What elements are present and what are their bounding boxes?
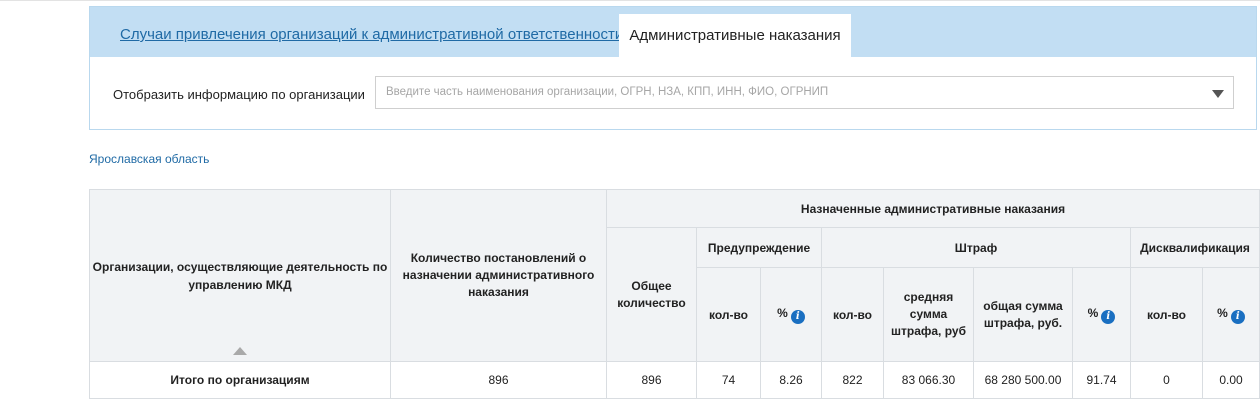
total-fine-count: 822: [821, 361, 884, 399]
total-warning-percent: 8.26: [760, 361, 822, 399]
tabs-bar: Случаи привлечения организаций к админис…: [90, 7, 1256, 57]
header-total-count: Общее количество: [606, 227, 697, 362]
header-warning-count: кол-во: [696, 267, 761, 362]
header-total-fine: общая сумма штрафа, руб.: [973, 267, 1073, 362]
header-fine-percent-label: %: [1087, 305, 1099, 320]
tab-administrative-penalties[interactable]: Административные наказания: [619, 14, 851, 57]
header-disq-percent: % i: [1202, 267, 1260, 362]
sort-up-icon[interactable]: [233, 347, 247, 355]
info-icon[interactable]: i: [790, 309, 805, 324]
header-organizations-label: Организации, осуществляющие деятельность…: [92, 259, 388, 292]
chevron-down-icon[interactable]: [1212, 90, 1224, 98]
total-row-label: Итого по организациям: [89, 361, 391, 399]
total-disq-percent: 0.00: [1202, 361, 1260, 399]
organization-search-select[interactable]: Введите часть наименования организации, …: [375, 76, 1234, 109]
info-icon[interactable]: i: [1230, 309, 1245, 324]
total-fine-sum: 68 280 500.00: [973, 361, 1073, 399]
header-warning-percent-label: %: [777, 305, 788, 320]
penalties-table: Организации, осуществляющие деятельность…: [89, 189, 1260, 399]
info-icon[interactable]: i: [1101, 309, 1116, 324]
total-count: 896: [606, 361, 697, 399]
header-fine-count: кол-во: [821, 267, 884, 362]
total-warning-count: 74: [696, 361, 761, 399]
header-fine-percent: % i: [1072, 267, 1131, 362]
region-link[interactable]: Ярославская область: [89, 152, 209, 166]
top-divider: [0, 0, 1260, 1]
total-fine-percent: 91.74: [1072, 361, 1131, 399]
header-avg-fine: средняя сумма штрафа, руб: [883, 267, 974, 362]
header-warning-percent: % i: [760, 267, 822, 362]
header-disq-percent-label: %: [1217, 305, 1228, 320]
header-organizations[interactable]: Организации, осуществляющие деятельность…: [89, 189, 391, 362]
organization-filter-label: Отобразить информацию по организации: [113, 87, 365, 102]
header-disq-count: кол-во: [1130, 267, 1203, 362]
header-decisions-count: Количество постановлений о назначении ад…: [390, 189, 607, 362]
header-assigned-penalties: Назначенные административные наказания: [606, 189, 1260, 228]
tabs-panel: Случаи привлечения организаций к админис…: [89, 6, 1257, 130]
total-decisions-count: 896: [390, 361, 607, 399]
organization-search-placeholder: Введите часть наименования организации, …: [386, 86, 829, 98]
total-disq-count: 0: [1130, 361, 1203, 399]
header-disqualification: Дисквалификация: [1130, 227, 1260, 268]
total-avg-fine: 83 066.30: [883, 361, 974, 399]
table-row-total: Итого по организациям 896 896 74 8.26 82…: [89, 361, 1260, 399]
header-warning: Предупреждение: [696, 227, 822, 268]
header-fine: Штраф: [821, 227, 1131, 268]
tab-violation-cases[interactable]: Случаи привлечения организаций к админис…: [120, 26, 623, 43]
